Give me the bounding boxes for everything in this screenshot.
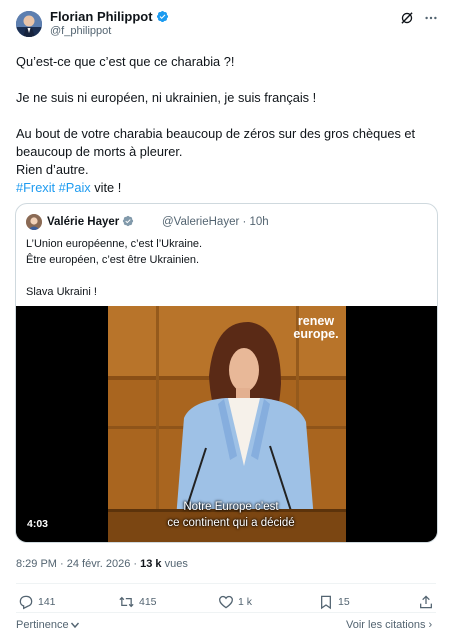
tweet-line: Rien d’autre. <box>16 162 89 177</box>
quoted-tweet[interactable]: Valérie Hayer @ValerieHayer · 10h L’Unio… <box>15 203 438 543</box>
quote-text: L’Union européenne, c’est l’Ukraine. Êtr… <box>26 236 426 300</box>
brand-line: europe. <box>293 327 339 341</box>
tweet-line-tail: vite ! <box>90 180 122 195</box>
video-duration: 4:03 <box>27 518 49 530</box>
video-caption: Notre Europe c’est ce continent qui a dé… <box>146 499 316 531</box>
view-quotes-link[interactable]: Voir les citations › <box>346 619 432 631</box>
like-count: 1 k <box>238 596 253 608</box>
tweet-meta: 8:29 PM · 24 févr. 2026 · 13 k vues <box>16 558 188 570</box>
grok-icon[interactable] <box>400 11 414 25</box>
tweet-line: Qu’est-ce que c’est que ce charabia ?! <box>16 54 235 69</box>
author-handle[interactable]: @f_philippot <box>50 25 111 38</box>
like-button[interactable]: 1 k <box>218 594 252 610</box>
share-icon <box>420 595 432 609</box>
divider <box>16 612 436 613</box>
divider <box>16 583 436 584</box>
quote-line: Être européen, c’est être Ukrainien. <box>26 254 200 266</box>
author-name-text[interactable]: Florian Philippot <box>50 9 153 24</box>
video-player[interactable]: renew europe. Notre Europe c’est ce cont… <box>16 306 437 542</box>
bookmark-icon <box>321 595 331 610</box>
tweet-line: Je ne suis ni européen, ni ukrainien, je… <box>16 90 317 105</box>
reply-count: 141 <box>38 596 56 608</box>
sort-relevance-dropdown[interactable]: Pertinence <box>16 619 80 631</box>
tweet-text: Qu’est-ce que c’est que ce charabia ?! J… <box>16 53 436 197</box>
bookmark-button[interactable]: 15 <box>318 594 350 610</box>
heart-icon <box>219 595 233 609</box>
tweet-line: Au bout de votre charabia beaucoup de zé… <box>16 126 416 159</box>
bookmark-count: 15 <box>338 596 350 608</box>
hashtag-link[interactable]: #Paix <box>59 180 91 195</box>
reply-icon <box>19 595 33 610</box>
tweet-timestamp[interactable]: 8:29 PM · 24 févr. 2026 · <box>16 558 140 570</box>
verified-badge-icon <box>156 10 168 23</box>
quote-line: L’Union européenne, c’est l’Ukraine. <box>26 238 203 250</box>
chevron-down-icon <box>70 622 79 629</box>
caption-line: ce continent qui a décidé <box>167 517 295 529</box>
more-options-icon[interactable] <box>424 11 438 25</box>
views-count: 13 k <box>140 558 162 570</box>
tweet-line: #Frexit #Paix vite ! <box>16 179 436 197</box>
author-name[interactable]: Florian Philippot <box>50 9 169 25</box>
quote-handle-time[interactable]: @ValerieHayer · 10h <box>162 215 269 229</box>
quote-author-name[interactable]: Valérie Hayer <box>47 215 134 229</box>
repost-count: 415 <box>139 596 157 608</box>
quote-line: Slava Ukraini ! <box>26 286 97 298</box>
tweet: Florian Philippot @f_philippot Qu’est-ce… <box>0 0 452 642</box>
quote-author-name-text[interactable]: Valérie Hayer <box>47 216 119 228</box>
sort-label: Pertinence <box>16 619 69 631</box>
brand-watermark: renew europe. <box>288 315 344 341</box>
repost-icon <box>119 596 134 608</box>
quote-author-avatar[interactable] <box>26 214 42 230</box>
views-label: vues <box>161 558 188 570</box>
reply-button[interactable]: 141 <box>18 594 56 610</box>
repost-button[interactable]: 415 <box>118 594 157 610</box>
hashtag-link[interactable]: #Frexit <box>16 180 55 195</box>
caption-line: Notre Europe c’est <box>183 501 279 513</box>
verified-badge-icon <box>123 215 134 227</box>
action-bar: 141 415 1 k 15 <box>0 594 452 614</box>
author-avatar[interactable] <box>16 11 42 37</box>
share-button[interactable] <box>418 594 434 610</box>
